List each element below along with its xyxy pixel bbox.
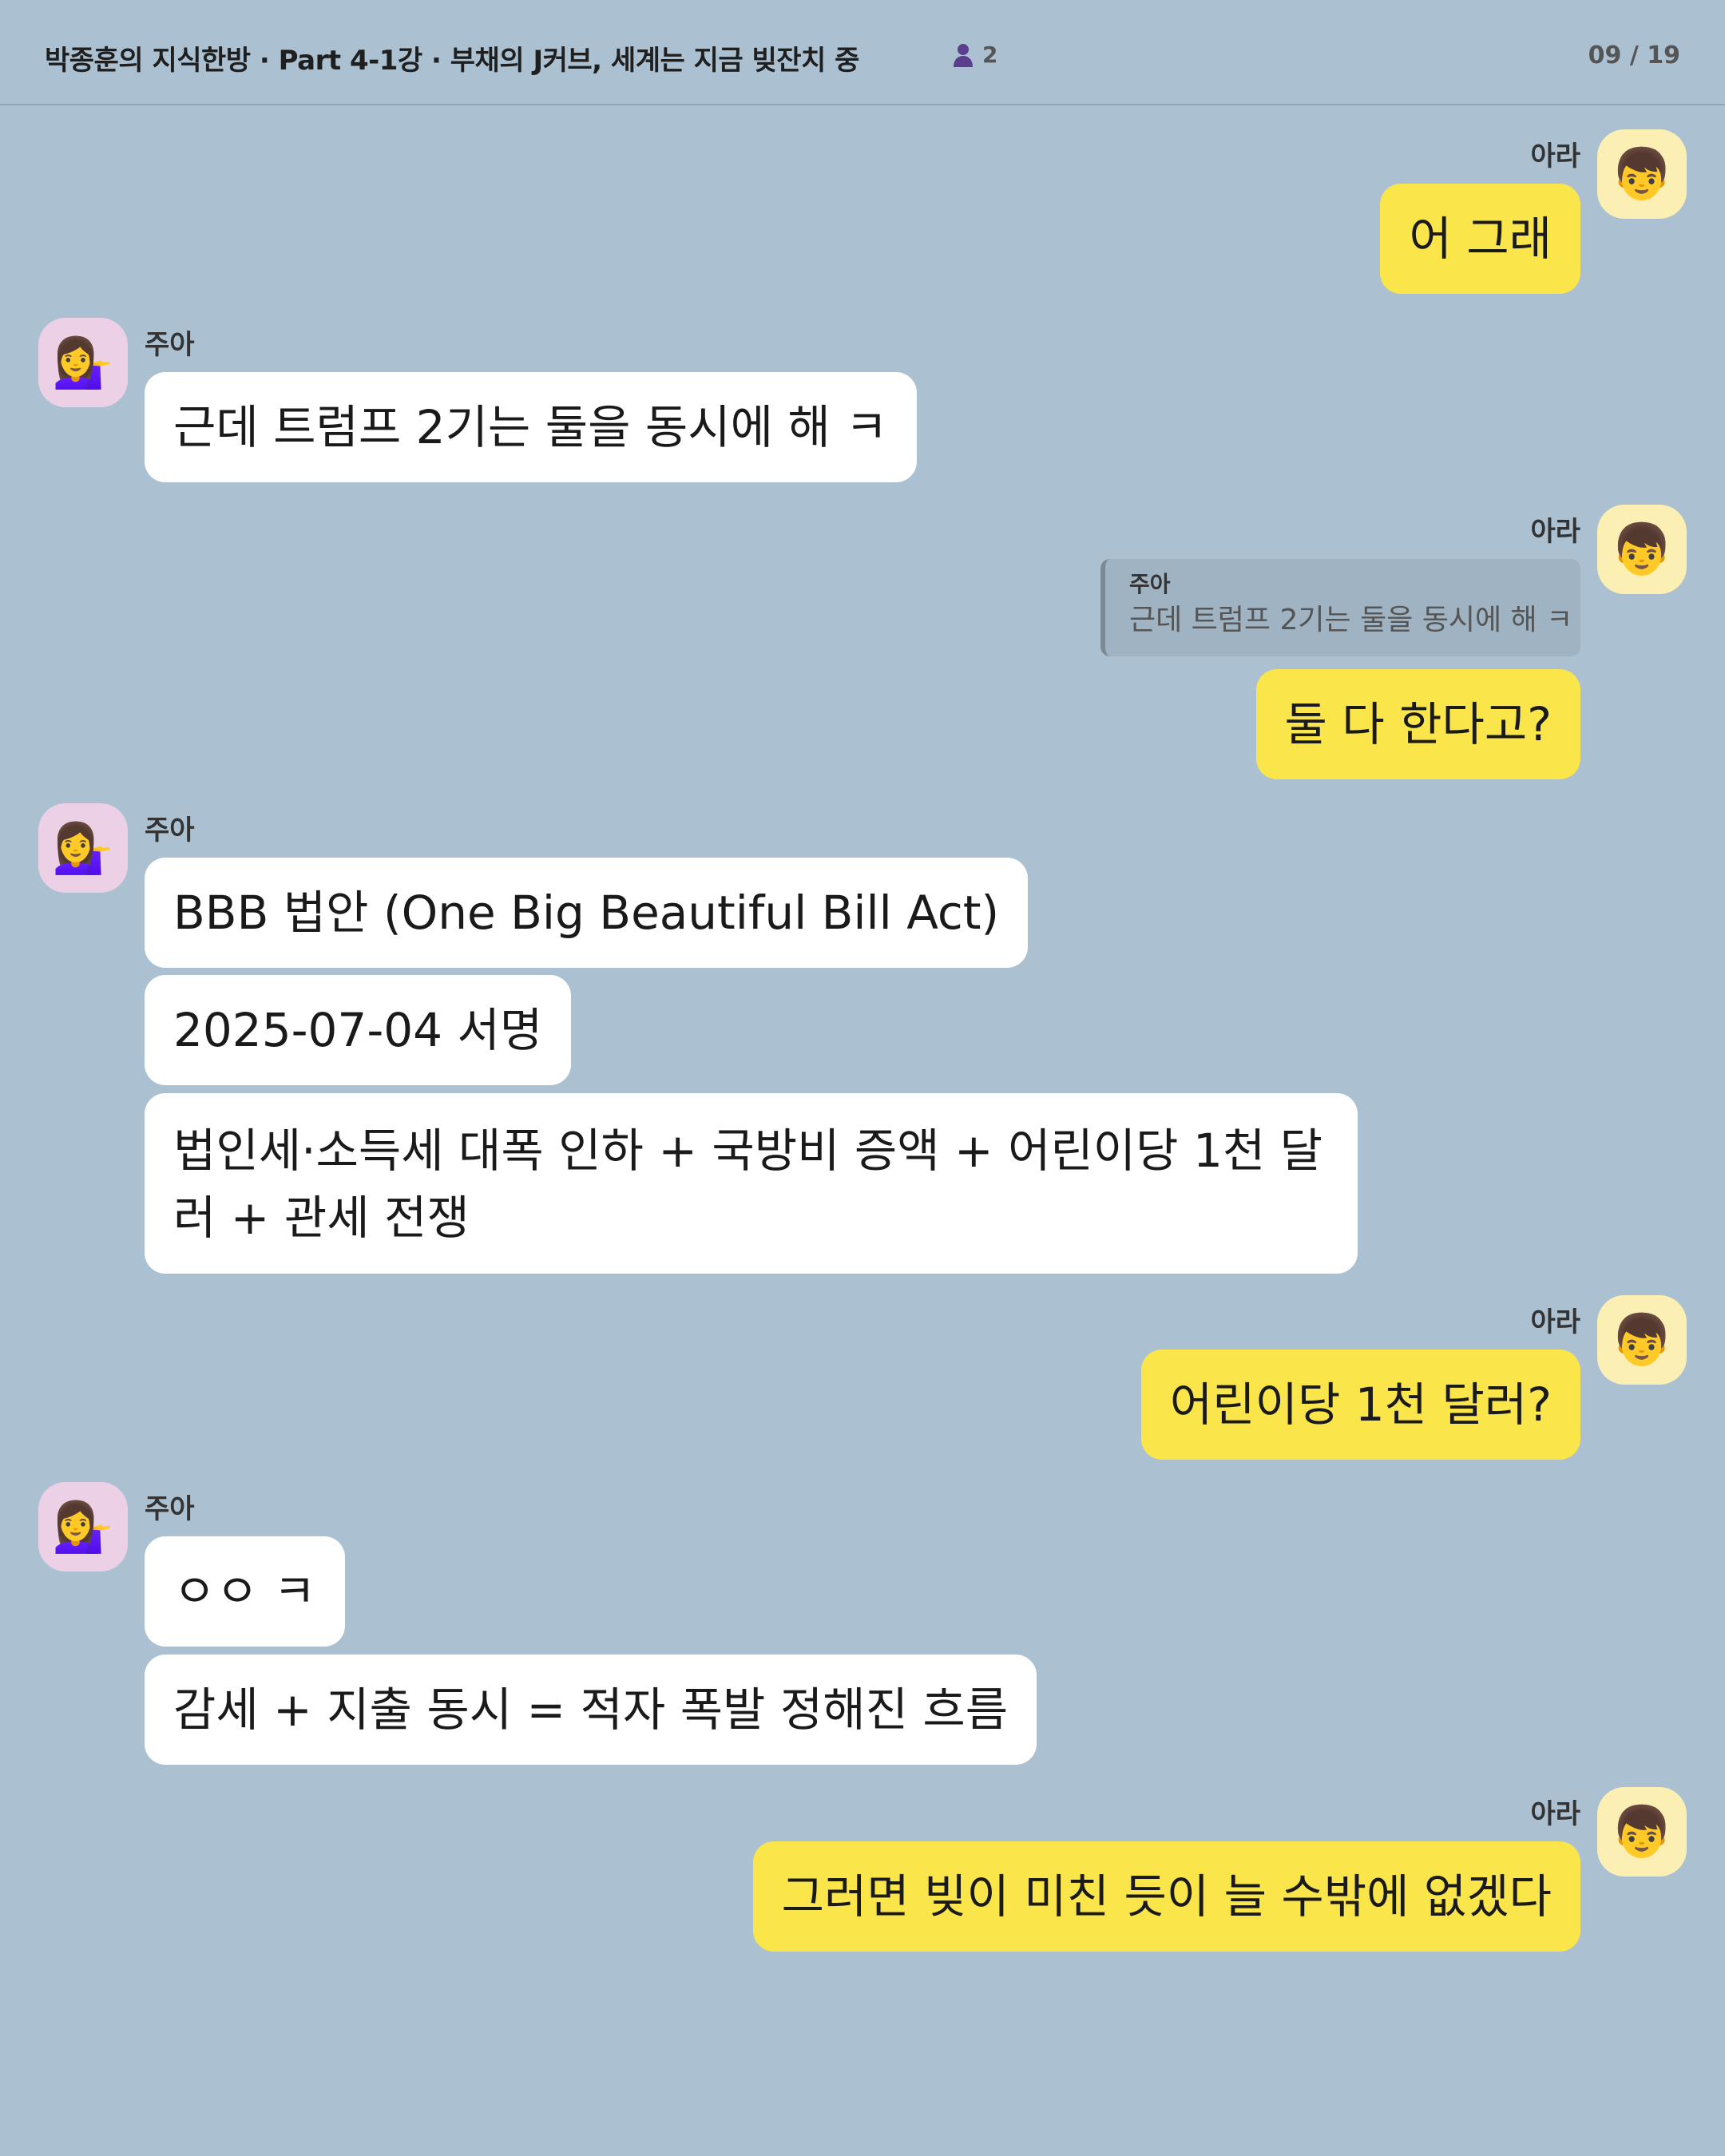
reply-quote[interactable]: 주아 근데 트럼프 2기는 둘을 동시에 해 ㅋ [1100,559,1580,656]
my-message-bubble[interactable]: 어린이당 1천 달러? [1140,1349,1580,1460]
sender-name: 주아 [145,1493,195,1525]
child-emoji-icon[interactable]: 👦 [1597,1295,1687,1385]
reply-quote-name: 주아 [1129,571,1171,597]
sender-name: 아라 [1530,141,1580,172]
member-count[interactable]: 2 [952,42,997,68]
child-emoji-icon[interactable]: 👦 [1597,129,1687,219]
my-message-bubble[interactable]: 어 그래 [1380,184,1580,294]
person-icon [954,43,973,67]
other-message-bubble[interactable]: BBB 법안 (One Big Beautiful Bill Act) [145,858,1029,968]
woman-tipping-hand-emoji-icon[interactable]: 💁‍♀️ [38,318,128,407]
sender-name: 주아 [145,814,195,846]
member-count-label: 2 [982,42,998,68]
reply-quote-text: 근데 트럼프 2기는 둘을 동시에 해 ㅋ [1129,604,1573,636]
other-message-bubble[interactable]: 근데 트럼프 2기는 둘을 동시에 해 ㅋ [145,372,917,482]
child-emoji-icon[interactable]: 👦 [1597,505,1687,594]
my-message-bubble[interactable]: 그러면 빚이 미친 듯이 늘 수밖에 없겠다 [752,1841,1580,1952]
sender-name: 아라 [1530,1798,1580,1830]
sender-name: 아라 [1530,1306,1580,1338]
child-emoji-icon[interactable]: 👦 [1597,1787,1687,1877]
other-message-bubble[interactable]: ㅇㅇ ㅋ [145,1536,345,1647]
other-message-bubble[interactable]: 2025-07-04 서명 [145,975,572,1085]
other-message-bubble[interactable]: 법인세·소득세 대폭 인하 + 국방비 증액 + 어린이당 1천 달러 + 관세… [145,1093,1358,1274]
sender-name: 아라 [1530,516,1580,548]
woman-tipping-hand-emoji-icon[interactable]: 💁‍♀️ [38,803,128,893]
page-counter: 09 / 19 [1588,42,1680,69]
other-message-bubble[interactable]: 감세 + 지출 동시 = 적자 폭발 정해진 흐름 [145,1655,1037,1765]
woman-tipping-hand-emoji-icon[interactable]: 💁‍♀️ [38,1482,128,1571]
my-message-bubble[interactable]: 둘 다 한다고? [1255,669,1580,779]
chat-header: 박종훈의 지식한방 · Part 4-1강 · 부채의 J커브, 세계는 지금 … [0,0,1725,105]
sender-name: 주아 [145,329,195,361]
chat-title: 박종훈의 지식한방 · Part 4-1강 · 부채의 J커브, 세계는 지금 … [45,45,859,77]
